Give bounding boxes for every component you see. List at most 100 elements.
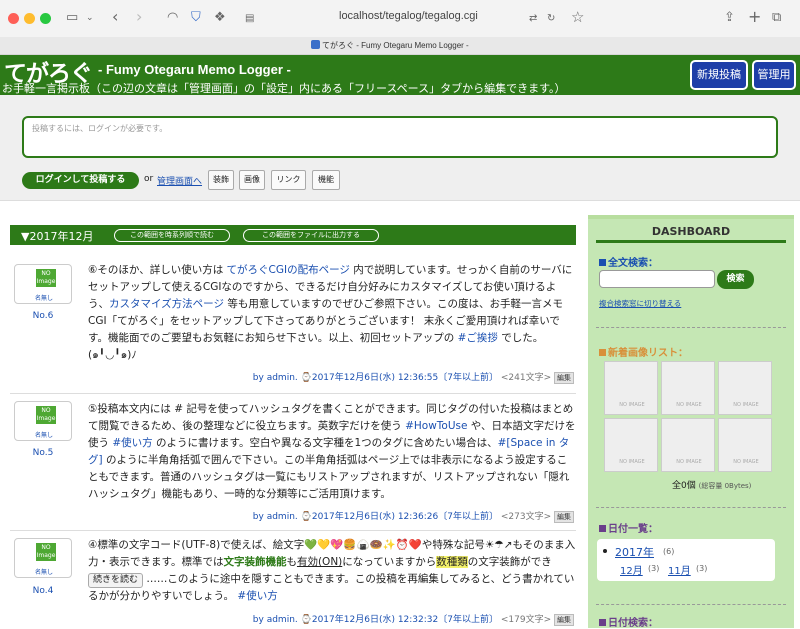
hashtag-link[interactable]: #使い方 [112,437,152,449]
square-bullet-icon [599,259,606,266]
or-text: or [144,174,154,184]
tab-title[interactable]: てがろぐ - Fumy Otegaru Memo Logger - [322,40,469,51]
advanced-search-link[interactable]: 複合検索窓に切り替える [599,298,681,309]
square-bullet-icon [599,349,606,356]
rss-icon[interactable]: ◠ [167,9,178,27]
no-image-icon: NO Image [36,269,56,287]
bookmark-star-icon[interactable]: ☆ [571,9,584,25]
image-thumbnail[interactable]: NO IMAGE [604,418,658,472]
site-subtitle: - Fumy Otegaru Memo Logger - [98,62,291,77]
share-icon[interactable]: ⇪ [724,9,735,27]
year-link[interactable]: 2017年 [615,544,654,560]
avatar[interactable]: NO Image 名無し [14,264,72,304]
zoom-window-button[interactable] [40,13,51,24]
dates-heading-label: 日付一覧： [608,524,658,535]
image-count: 全0個 (総容量 0Bytes) [672,478,751,491]
post-body: ④標準の文字コード(UTF-8)で使えば、絵文字💚💛💖🍔🍙🍩✨⏰❤️や特殊な記号… [88,537,576,605]
admin-page-link[interactable]: 管理画面へ [157,174,202,187]
back-icon[interactable]: ‹ [112,9,118,25]
search-input[interactable] [599,270,715,288]
post-divider [10,393,576,394]
edit-button[interactable]: 編集 [554,372,574,384]
hashtag-link[interactable]: #ご挨拶 [458,332,498,344]
post-meta: by admin. ⌚2017年12月6日(水) 12:36:55〔7年以上前〕… [253,370,574,384]
month-link-12[interactable]: 12月 [620,562,643,577]
minimize-window-button[interactable] [24,13,35,24]
post-number[interactable]: No.4 [14,586,72,596]
author-link[interactable]: by admin. [253,615,298,625]
post-number[interactable]: No.6 [14,311,72,321]
edit-button[interactable]: 編集 [554,511,574,523]
export-button[interactable]: この範囲をファイルに出力する [243,229,379,242]
link-button[interactable]: リンク [271,170,306,190]
customize-page-link[interactable]: カスタマイズ方法ページ [109,298,224,310]
author-name: 名無し [34,432,53,439]
search-button[interactable]: 検索 [717,270,754,289]
image-button[interactable]: 画像 [239,170,265,190]
post-text: ⑥そのほか、詳しい使い方は [88,264,227,276]
login-post-button[interactable]: ログインして投稿する [22,172,139,189]
section-divider [596,507,786,508]
month-count: (3) [696,564,708,573]
dashboard-title: DASHBOARD [651,225,731,238]
clock-icon: ⌚ [300,512,312,522]
hashtag-link[interactable]: #HowToUse [405,420,467,432]
image-thumbnail[interactable]: NO IMAGE [718,418,772,472]
month-label: ▼2017年12月 [21,230,94,243]
post-text: の文字装飾ができ [467,556,552,568]
close-window-button[interactable] [8,13,19,24]
post-form: 投稿するには、ログインが必要です。 ログインして投稿する or 管理画面へ 装飾… [0,95,800,201]
dashboard-sidebar: DASHBOARD 全文検索： 検索 複合検索窓に切り替える 新着画像リスト： … [588,215,794,629]
post-item: NO Image 名無し No.4 ④標準の文字コード(UTF-8)で使えば、絵… [10,535,576,628]
chevron-down-icon[interactable]: ⌄ [86,9,94,27]
translate-icon[interactable]: ⇄ [529,10,537,28]
post-item: NO Image 名無し No.5 ⑤投稿本文内には # 記号を使ってハッシュタ… [10,398,576,524]
no-image-icon: NO Image [36,406,56,424]
author-link[interactable]: by admin. [253,512,298,522]
avatar[interactable]: NO Image 名無し [14,538,72,578]
month-link-11[interactable]: 11月 [668,562,691,577]
function-button[interactable]: 機能 [312,170,340,190]
browser-toolbar: ▭ ⌄ ‹ › ◠ ⛉ ❖ ▤ localhost/tegalog/tegalo… [0,0,800,37]
tab-overview-icon[interactable]: ⧉ [772,9,781,27]
edit-button[interactable]: 編集 [554,614,574,626]
post-date-link[interactable]: 2017年12月6日(水) 12:36:26〔7年以上前〕 [312,512,498,522]
hashtag-link[interactable]: #使い方 [237,590,277,602]
post-textarea[interactable]: 投稿するには、ログインが必要です。 [22,116,778,158]
shield-icon[interactable]: ⛉ [191,9,201,27]
clock-icon: ⌚ [300,373,312,383]
post-date-link[interactable]: 2017年12月6日(水) 12:36:55〔7年以上前〕 [312,373,498,383]
favicon-icon [311,40,320,49]
chrono-read-button[interactable]: この範囲を時系列順で読む [114,229,230,242]
forward-icon[interactable]: › [136,9,142,25]
post-number[interactable]: No.5 [14,448,72,458]
square-bullet-icon [599,619,606,626]
author-link[interactable]: by admin. [253,373,298,383]
no-image-label: NO IMAGE [733,459,759,465]
image-count-value: 全0個 [672,481,696,491]
reload-icon[interactable]: ↻ [547,10,555,28]
no-image-label: NO IMAGE [619,459,645,465]
new-tab-icon[interactable]: + [748,9,761,25]
post-date-link[interactable]: 2017年12月6日(水) 12:32:32〔7年以上前〕 [312,615,498,625]
char-count: <179文字> [500,615,552,625]
avatar[interactable]: NO Image 名無し [14,401,72,441]
sidebar-toggle-icon[interactable]: ▭ [66,9,78,27]
image-thumbnail[interactable]: NO IMAGE [661,361,715,415]
admin-button[interactable]: 管理用 [752,60,796,90]
image-thumbnail[interactable]: NO IMAGE [718,361,772,415]
decoration-button[interactable]: 装飾 [208,170,234,190]
new-post-button[interactable]: 新規投稿 [690,60,748,90]
image-thumbnail[interactable]: NO IMAGE [604,361,658,415]
clock-icon: ⌚ [300,615,312,625]
decorated-text: 数種類 [436,556,468,568]
post-text: ……このように途中を隠すこともできます。この投稿を再編集してみると、どう書かれて… [88,573,575,602]
site-description: お手軽一言掲示板（この辺の文章は「管理画面」の「設定」内にある「フリースペース」… [2,82,566,95]
image-thumbnail[interactable]: NO IMAGE [661,418,715,472]
address-bar[interactable]: ▤ localhost/tegalog/tegalog.cgi ⇄ ↻ [239,6,565,30]
extension-icon[interactable]: ❖ [214,9,226,27]
read-more-button[interactable]: 続きを読む [88,573,144,588]
images-heading: 新着画像リスト： [599,344,688,359]
post-body: ⑤投稿本文内には # 記号を使ってハッシュタグを書くことができます。同じタグの付… [88,401,576,503]
distribution-page-link[interactable]: てがろぐCGIの配布ページ [227,264,350,276]
